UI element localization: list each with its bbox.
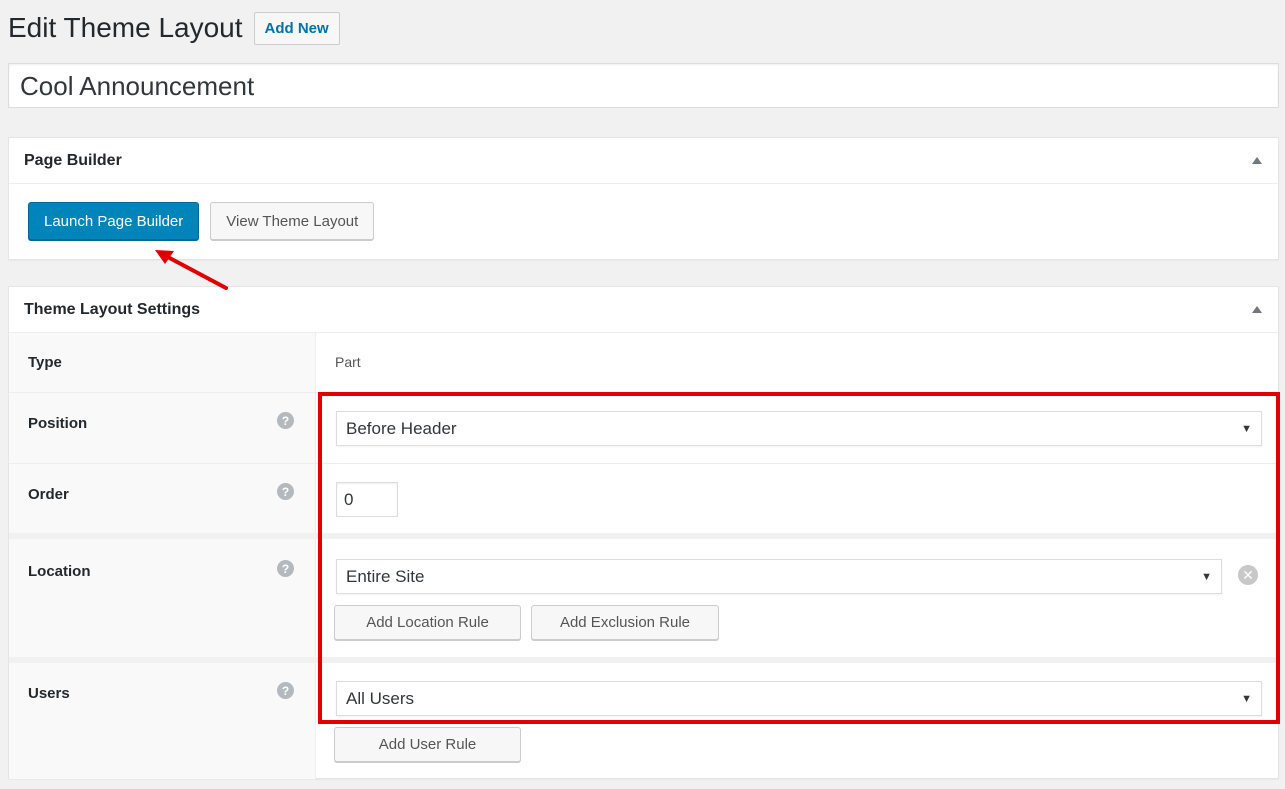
caret-down-icon: ▼ bbox=[1241, 692, 1252, 705]
settings-table: Type Part Position ? Before Header ▼ Ord… bbox=[9, 333, 1278, 779]
page-builder-title: Page Builder bbox=[24, 151, 122, 169]
page-builder-header[interactable]: Page Builder bbox=[9, 138, 1278, 184]
page-title: Edit Theme Layout bbox=[8, 12, 243, 43]
settings-title: Theme Layout Settings bbox=[24, 300, 201, 318]
close-circle-icon[interactable]: ✕ bbox=[1238, 565, 1258, 585]
caret-down-icon: ▼ bbox=[1201, 570, 1212, 583]
location-select[interactable]: Entire Site ▼ bbox=[336, 559, 1222, 594]
title-row: Edit Theme Layout Add New bbox=[8, 8, 340, 48]
users-selected-value: All Users bbox=[346, 688, 415, 708]
row-divider bbox=[9, 463, 1278, 464]
question-circle-icon[interactable]: ? bbox=[277, 412, 294, 429]
label-column bbox=[9, 333, 316, 779]
add-exclusion-rule-button[interactable]: Add Exclusion Rule bbox=[531, 605, 719, 640]
post-title-input[interactable]: Cool Announcement bbox=[8, 63, 1279, 108]
caret-down-icon: ▼ bbox=[1241, 422, 1252, 435]
edit-theme-layout-page: Edit Theme Layout Add New Cool Announcem… bbox=[0, 0, 1285, 789]
position-selected-value: Before Header bbox=[346, 418, 457, 438]
location-label: Location bbox=[28, 563, 91, 580]
row-divider bbox=[9, 392, 1278, 393]
location-selected-value: Entire Site bbox=[346, 566, 425, 586]
add-location-rule-button[interactable]: Add Location Rule bbox=[334, 605, 521, 640]
section-divider bbox=[9, 657, 1278, 663]
add-user-rule-button[interactable]: Add User Rule bbox=[334, 727, 521, 762]
settings-header[interactable]: Theme Layout Settings bbox=[9, 287, 1278, 333]
position-label: Position bbox=[28, 415, 88, 432]
triangle-up-icon[interactable] bbox=[1252, 157, 1262, 164]
view-theme-layout-button[interactable]: View Theme Layout bbox=[210, 202, 375, 240]
users-select[interactable]: All Users ▼ bbox=[336, 681, 1262, 716]
launch-page-builder-button[interactable]: Launch Page Builder bbox=[28, 202, 200, 240]
order-input[interactable]: 0 bbox=[336, 482, 398, 517]
question-circle-icon[interactable]: ? bbox=[277, 560, 294, 577]
page-builder-body: Launch Page Builder View Theme Layout bbox=[9, 184, 1278, 258]
page-builder-box: Page Builder Launch Page Builder View Th… bbox=[8, 137, 1279, 260]
type-value: Part bbox=[335, 354, 361, 370]
triangle-up-icon[interactable] bbox=[1252, 306, 1262, 313]
question-circle-icon[interactable]: ? bbox=[277, 682, 294, 699]
add-new-button[interactable]: Add New bbox=[253, 11, 340, 45]
position-select[interactable]: Before Header ▼ bbox=[336, 411, 1262, 446]
order-label: Order bbox=[28, 486, 69, 503]
users-label: Users bbox=[28, 685, 70, 702]
theme-layout-settings-box: Theme Layout Settings Type Part Position… bbox=[8, 286, 1279, 779]
type-label: Type bbox=[28, 354, 62, 371]
section-divider bbox=[9, 533, 1278, 539]
question-circle-icon[interactable]: ? bbox=[277, 483, 294, 500]
